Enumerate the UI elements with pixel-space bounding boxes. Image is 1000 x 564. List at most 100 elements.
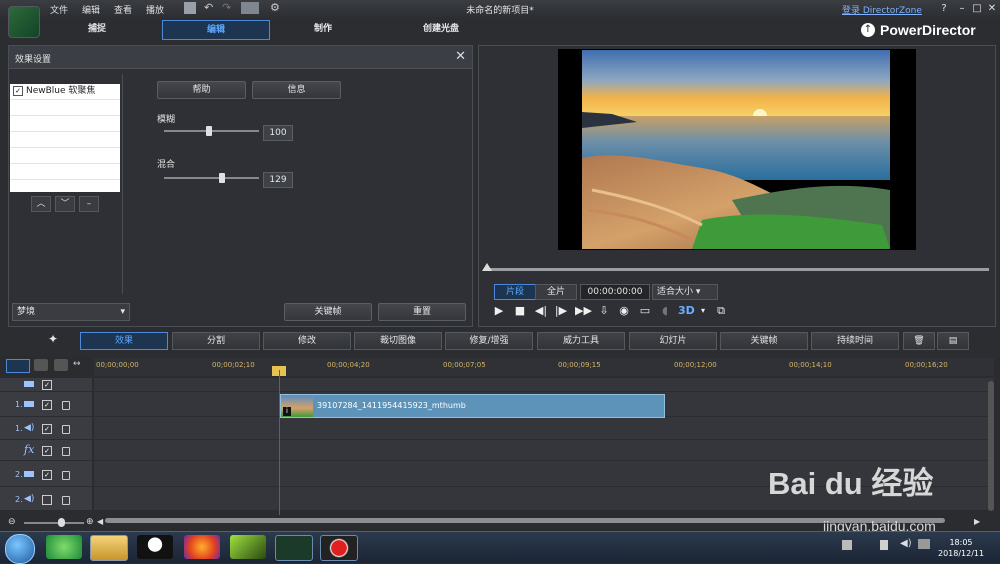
checkbox[interactable] [42,495,52,505]
storyboard-icon[interactable] [34,359,48,371]
help-icon[interactable]: ? [937,2,951,15]
zoom-out-icon[interactable]: ⊖ [8,517,16,527]
magic-tool-icon[interactable]: ✦ [48,332,58,346]
checkbox[interactable]: ✓ [13,85,23,96]
network-icon[interactable] [918,539,930,549]
slow-motion-icon[interactable]: ⇩ [596,303,612,319]
tray-icon[interactable] [842,540,852,550]
timecode-display[interactable]: 00:00:00:00 [580,284,650,300]
play-icon[interactable]: ▶ [491,303,507,319]
keyframe-button[interactable]: 关键帧 [720,332,808,350]
help-button[interactable]: 帮助 [157,81,246,99]
dual-monitor-icon[interactable]: ▭ [637,303,653,319]
tab-capture[interactable]: 捕捉 [44,20,150,38]
effects-button[interactable]: 效果 [80,332,168,350]
lock-icon[interactable] [62,447,70,456]
power-tools-button[interactable]: 威力工具 [537,332,625,350]
qq-icon[interactable] [137,535,173,559]
powerdirector-taskbar-icon[interactable] [275,535,313,561]
remove-button[interactable]: – [79,196,99,212]
upgrade-icon[interactable]: ↑ [861,23,875,37]
scroll-right-icon[interactable]: ▶ [974,517,980,526]
checkbox[interactable]: ✓ [42,400,52,410]
lock-icon[interactable] [62,425,70,434]
crop-image-button[interactable]: 裁切图像 [354,332,442,350]
fit-timeline-icon[interactable]: ↔ [73,359,87,371]
zoom-slider-thumb[interactable] [58,518,65,527]
checkbox[interactable]: ✓ [42,380,52,390]
close-icon[interactable]: ✕ [455,49,466,64]
volume-icon[interactable]: ◀) [900,538,912,549]
clip-mode-button[interactable]: 片段 [494,284,536,300]
snapshot-icon[interactable]: ◉ [616,303,632,319]
duration-button[interactable]: 持续时间 [811,332,899,350]
split-button[interactable]: 分割 [172,332,260,350]
reset-button[interactable]: 重置 [378,303,466,321]
checkbox[interactable]: ✓ [42,470,52,480]
stop-icon[interactable]: ■ [512,303,528,319]
checkbox[interactable]: ✓ [42,446,52,456]
minimize-icon[interactable]: – [955,2,969,15]
timeline-view-icon[interactable] [6,359,30,373]
lock-icon[interactable] [62,496,70,505]
info-button[interactable]: 信息 [252,81,341,99]
modify-button[interactable]: 修改 [263,332,351,350]
fix-enhance-button[interactable]: 修复/增强 [445,332,533,350]
mix-slider[interactable] [164,177,259,179]
more-icon[interactable]: ▤ [937,332,969,350]
fast-forward-icon[interactable]: ▶▶ [575,303,592,319]
firefox-icon[interactable] [184,535,220,559]
move-up-button[interactable]: ︿ [31,196,51,212]
movie-mode-button[interactable]: 全片 [535,284,577,300]
volume-icon[interactable]: ◖ [657,303,673,319]
effect-list-item[interactable]: ✓ NewBlue 软聚焦 [10,84,120,100]
track-manager-icon[interactable] [54,359,68,371]
effect-list: ✓ NewBlue 软聚焦 [10,84,120,192]
move-down-button[interactable]: ﹀ [55,196,75,212]
start-button[interactable] [5,534,35,564]
file-explorer-icon[interactable] [90,535,128,561]
audio-track-icon: ◀) [24,494,35,504]
blur-slider-thumb[interactable] [206,126,212,136]
trash-icon[interactable]: 🗑 [903,332,935,350]
maximize-icon[interactable]: □ [970,2,984,15]
scroll-left-icon[interactable]: ◀ [97,517,103,526]
tab-create-disc[interactable]: 创建光盘 [388,20,494,38]
keyframe-button[interactable]: 关键帧 [284,303,372,321]
zoom-slider[interactable] [24,522,84,524]
mix-slider-thumb[interactable] [219,173,225,183]
media-app-icon[interactable] [230,535,266,559]
zoom-in-icon[interactable]: ⊕ [86,517,94,527]
screen-recorder-icon[interactable] [320,535,358,561]
clock[interactable]: 18:05 2018/12/11 [938,537,984,559]
chevron-down-icon[interactable]: ▾ [695,303,711,319]
playhead[interactable] [279,370,280,515]
next-frame-icon[interactable]: |▶ [553,303,569,319]
login-link[interactable]: 登录 DirectorZone [842,3,922,16]
fit-size-dropdown[interactable]: 适合大小 ▾ [652,284,718,300]
slideshow-button[interactable]: 幻灯片 [629,332,717,350]
previous-frame-icon[interactable]: ◀| [533,303,549,319]
preset-dropdown[interactable]: 梦境 ▾ [12,303,130,321]
app-360-icon[interactable] [46,535,82,559]
tab-edit[interactable]: 编辑 [162,20,270,40]
video-clip[interactable]: i 39107284_1411954415923_mthumb [280,394,665,418]
lock-icon[interactable] [62,401,70,410]
close-icon[interactable]: ✕ [985,2,999,15]
3d-icon[interactable]: 3D [678,303,695,319]
time-ruler[interactable]: 00;00;00;00 00;00;02;10 00;00;04;20 00;0… [94,358,994,376]
horizontal-scrollbar[interactable] [105,518,945,523]
tab-produce[interactable]: 制作 [270,20,376,38]
lock-icon[interactable] [62,471,70,480]
mix-value[interactable]: 129 [263,172,293,188]
scrubber-handle[interactable] [482,263,492,271]
vertical-scrollbar[interactable] [988,381,994,511]
checkbox[interactable]: ✓ [42,424,52,434]
track-header-fx: fx ✓ [0,440,92,461]
undock-icon[interactable]: ⧉ [713,303,729,319]
blur-value[interactable]: 100 [263,125,293,141]
track-row[interactable] [94,417,994,440]
preview-scrubber[interactable] [485,268,989,271]
watermark-logo: Bai du 经验 [768,466,934,501]
tray-icon[interactable] [880,540,888,550]
